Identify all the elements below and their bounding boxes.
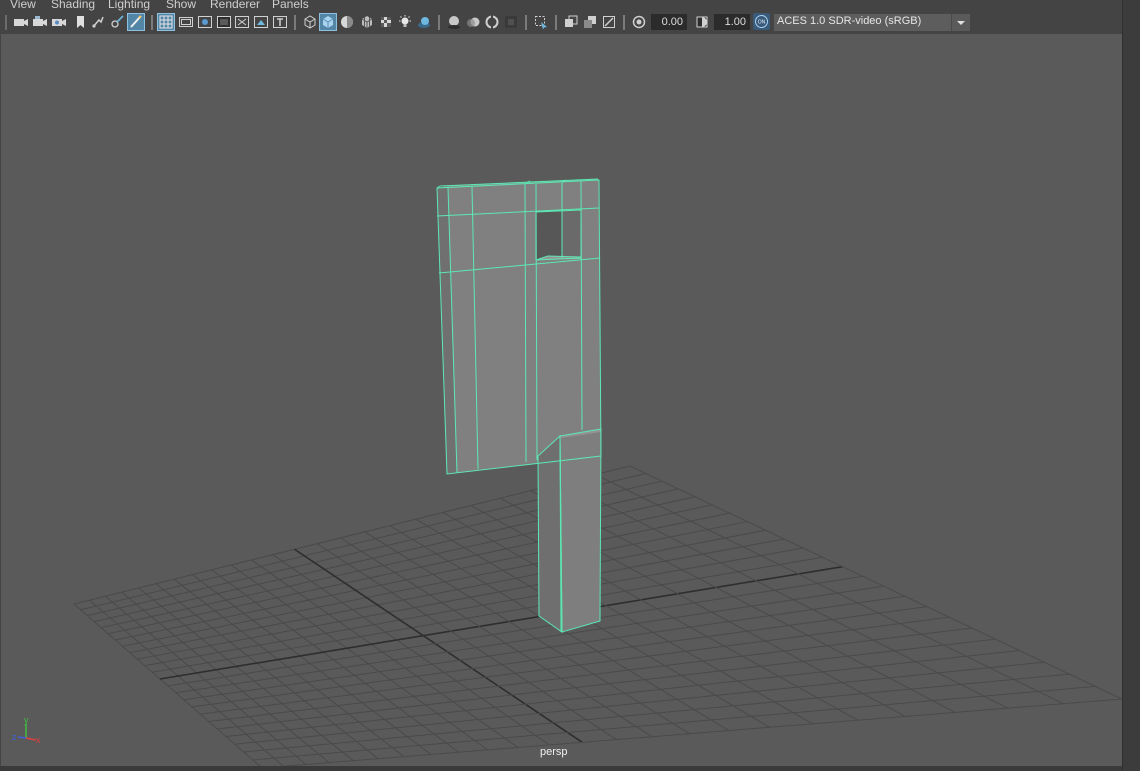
film-gate-icon[interactable] bbox=[178, 14, 194, 30]
image-plane-icon[interactable] bbox=[72, 14, 88, 30]
safe-title-icon[interactable] bbox=[272, 14, 288, 30]
view-transform-dropdown[interactable]: ACES 1.0 SDR-video (sRGB) bbox=[774, 14, 970, 31]
chevron-down-icon bbox=[957, 21, 965, 25]
toolbar-separator bbox=[623, 15, 625, 30]
wireframe-on-shaded-icon[interactable] bbox=[359, 14, 375, 30]
grid-line bbox=[595, 474, 1064, 705]
depth-of-field-icon[interactable] bbox=[503, 14, 519, 30]
axis-y-label: y bbox=[24, 716, 29, 725]
two-d-pan-zoom-icon[interactable] bbox=[90, 14, 106, 30]
textured-icon[interactable] bbox=[378, 14, 394, 30]
grid-line bbox=[115, 512, 730, 641]
gamma-icon[interactable] bbox=[694, 14, 710, 30]
menu-renderer[interactable]: Renderer bbox=[210, 0, 260, 11]
color-management-badge: ON bbox=[758, 20, 766, 26]
use-default-material-icon[interactable] bbox=[339, 14, 355, 30]
grid-line bbox=[121, 591, 330, 763]
xray-icon[interactable] bbox=[563, 14, 579, 30]
panel-menu-bar: View Shading Lighting Show Renderer Pane… bbox=[0, 0, 1122, 11]
isolate-select-icon[interactable] bbox=[533, 14, 549, 30]
select-camera-icon[interactable] bbox=[13, 14, 29, 30]
grid-line bbox=[167, 575, 863, 687]
grid-icon[interactable] bbox=[157, 13, 175, 31]
mesh-post-front-face bbox=[560, 429, 601, 632]
resolution-gate-icon[interactable] bbox=[197, 14, 213, 30]
grease-pencil-icon[interactable] bbox=[109, 14, 125, 30]
grid-line bbox=[629, 465, 1122, 700]
toolbar-separator bbox=[525, 15, 527, 30]
screen-space-ambient-occlusion-icon[interactable] bbox=[446, 14, 462, 30]
grid-line bbox=[217, 638, 996, 730]
xray-joints-icon[interactable] bbox=[601, 14, 617, 30]
bookmarks-icon[interactable] bbox=[51, 14, 67, 30]
viewport-3d[interactable] bbox=[1, 34, 1122, 766]
axis-z-label: z bbox=[12, 732, 17, 742]
gamma-field[interactable]: 1.00 bbox=[714, 14, 750, 30]
menu-shading[interactable]: Shading bbox=[51, 0, 95, 11]
selected-mesh[interactable] bbox=[436, 178, 602, 633]
wireframe-icon[interactable] bbox=[302, 14, 318, 30]
menu-panels[interactable]: Panels bbox=[272, 0, 309, 11]
bottom-panel-edge bbox=[0, 766, 1122, 771]
safe-action-icon[interactable] bbox=[253, 14, 269, 30]
grid-line bbox=[101, 496, 696, 629]
menu-show[interactable]: Show bbox=[166, 0, 196, 11]
toolbar-separator bbox=[294, 15, 296, 30]
use-all-lights-icon[interactable] bbox=[397, 14, 413, 30]
paint-tool-icon[interactable] bbox=[127, 13, 145, 31]
menu-view[interactable]: View bbox=[10, 0, 36, 11]
color-management-icon[interactable]: ON bbox=[753, 13, 770, 30]
exposure-field[interactable]: 0.00 bbox=[651, 14, 687, 30]
field-chart-icon[interactable] bbox=[234, 14, 250, 30]
axis-x-line bbox=[25, 737, 37, 741]
xray-active-components-icon[interactable] bbox=[582, 14, 598, 30]
motion-blur-icon[interactable] bbox=[465, 14, 481, 30]
toolbar-separator bbox=[151, 15, 153, 30]
gate-mask-icon[interactable] bbox=[216, 14, 232, 30]
camera-name-label: persp bbox=[540, 746, 568, 758]
anti-aliasing-icon[interactable] bbox=[484, 14, 500, 30]
smooth-shade-icon[interactable] bbox=[319, 13, 337, 31]
right-panel-edge bbox=[1122, 0, 1140, 771]
toolbar-separator bbox=[555, 15, 557, 30]
panel-toolbar: 0.00 1.00 ON ACES 1.0 SDR-video (sRGB) bbox=[0, 11, 1122, 34]
exposure-icon[interactable] bbox=[631, 14, 647, 30]
grid-line bbox=[225, 649, 1020, 738]
grid-line bbox=[562, 482, 1008, 709]
grid-line bbox=[73, 603, 261, 766]
view-transform-label: ACES 1.0 SDR-video (sRGB) bbox=[777, 15, 922, 27]
mesh-post-left-face bbox=[538, 436, 562, 632]
menu-lighting[interactable]: Lighting bbox=[108, 0, 150, 11]
dropdown-arrow-box[interactable] bbox=[951, 14, 970, 31]
axis-z-line bbox=[17, 736, 27, 739]
view-axis-gizmo: y x z bbox=[8, 715, 44, 748]
toolbar-separator bbox=[438, 15, 440, 30]
grid-line bbox=[122, 521, 748, 647]
toolbar-grip[interactable] bbox=[5, 15, 7, 30]
shadows-icon[interactable] bbox=[416, 14, 432, 30]
axis-x-label: x bbox=[36, 735, 41, 745]
camera-attributes-icon[interactable] bbox=[32, 14, 48, 30]
mesh-window-inner-side bbox=[562, 210, 581, 258]
